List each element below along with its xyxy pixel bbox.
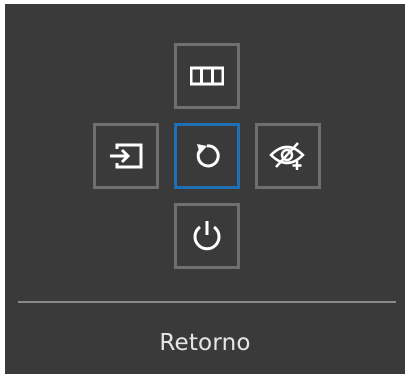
picture-button[interactable] bbox=[174, 43, 240, 109]
picture-mode-icon bbox=[190, 66, 224, 86]
power-icon bbox=[191, 219, 223, 253]
eye-saver-button[interactable] bbox=[255, 123, 321, 189]
source-button[interactable] bbox=[93, 123, 159, 189]
source-input-icon bbox=[108, 143, 144, 169]
power-button[interactable] bbox=[174, 203, 240, 269]
return-button[interactable] bbox=[174, 123, 240, 189]
status-label: Retorno bbox=[159, 330, 251, 356]
return-icon bbox=[192, 141, 222, 171]
divider bbox=[18, 301, 396, 303]
osd-joystick-panel: Retorno bbox=[5, 4, 405, 374]
eye-comfort-icon bbox=[268, 141, 308, 171]
